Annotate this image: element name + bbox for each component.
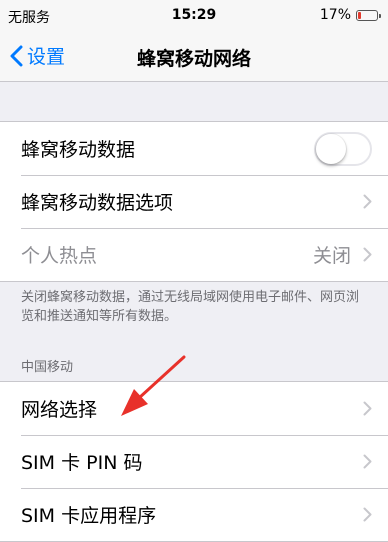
- navigation-bar: 设置 蜂窝移动网络: [0, 32, 388, 82]
- chevron-right-icon: [363, 507, 372, 522]
- chevron-right-icon: [363, 194, 372, 209]
- carrier-section-header: 中国移动: [21, 360, 74, 375]
- cellular-footnote: 关闭蜂窝移动数据，通过无线局域网使用电子邮件、网页浏览和推送通知等所有数据。: [21, 290, 360, 324]
- toggle-knob: [316, 133, 346, 164]
- personal-hotspot-row[interactable]: 个人热点 关闭: [0, 228, 388, 281]
- personal-hotspot-label: 个人热点: [21, 245, 98, 267]
- battery-percent: 17%: [319, 7, 351, 23]
- personal-hotspot-value: 关闭: [312, 245, 351, 267]
- carrier-settings-group: 网络选择 SIM 卡 PIN 码 SIM 卡应用程序: [0, 381, 388, 542]
- battery-cap: [379, 13, 381, 18]
- sim-applications-row[interactable]: SIM 卡应用程序: [0, 488, 388, 541]
- cellular-data-row: 蜂窝移动数据: [0, 122, 388, 175]
- cellular-data-options-label: 蜂窝移动数据选项: [21, 192, 174, 214]
- status-bar: 无服务 15:29 17%: [0, 0, 388, 32]
- chevron-right-icon: [363, 401, 372, 416]
- cellular-data-label: 蜂窝移动数据: [21, 139, 136, 161]
- sim-applications-label: SIM 卡应用程序: [21, 505, 157, 527]
- sim-pin-label: SIM 卡 PIN 码: [21, 452, 143, 474]
- battery-icon: [356, 9, 381, 21]
- page-title: 蜂窝移动网络: [136, 48, 251, 70]
- battery-status: 17%: [319, 7, 381, 23]
- network-selection-label: 网络选择: [21, 399, 98, 421]
- chevron-right-icon: [363, 247, 372, 262]
- cellular-data-toggle[interactable]: [314, 131, 372, 166]
- chevron-right-icon: [363, 454, 372, 469]
- sim-pin-row[interactable]: SIM 卡 PIN 码: [0, 435, 388, 488]
- network-selection-row[interactable]: 网络选择: [0, 382, 388, 435]
- battery-fill: [358, 11, 361, 19]
- cellular-settings-group: 蜂窝移动数据 蜂窝移动数据选项 个人热点 关闭: [0, 121, 388, 282]
- cellular-data-options-row[interactable]: 蜂窝移动数据选项: [0, 175, 388, 228]
